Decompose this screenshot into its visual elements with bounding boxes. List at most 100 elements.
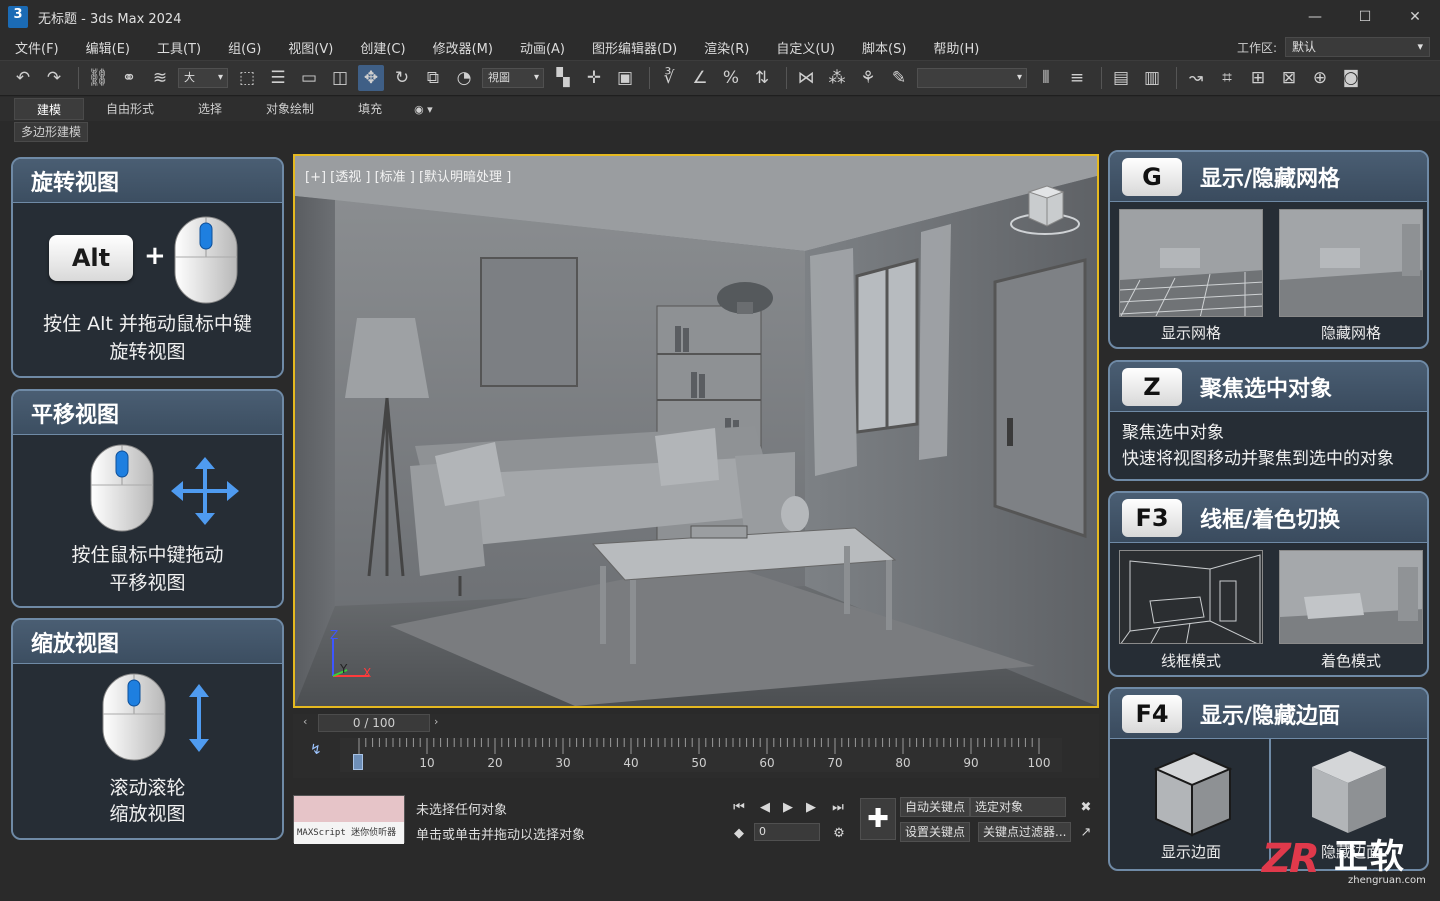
select-rotate-icon[interactable]: ↻: [389, 65, 415, 91]
time-slider-prev-icon[interactable]: ‹: [303, 715, 315, 731]
menu-customize[interactable]: 自定义(U): [761, 38, 847, 57]
undo-icon[interactable]: ↶: [10, 65, 36, 91]
select-by-name-icon[interactable]: ☰: [265, 65, 291, 91]
menu-rendering[interactable]: 渲染(R): [689, 38, 761, 57]
align-icon[interactable]: ⁂: [824, 65, 850, 91]
selected-objects-dropdown[interactable]: 选定对象: [970, 797, 1066, 817]
rotate-view-body: Alt + 按住 Alt 并拖动鼠标中键 旋转视图: [13, 203, 282, 376]
maximize-button[interactable]: ☐: [1340, 0, 1390, 34]
tab-modeling[interactable]: 建模: [14, 98, 85, 120]
menu-scripting[interactable]: 脚本(S): [847, 38, 918, 57]
mirror-icon[interactable]: ⋈: [793, 65, 819, 91]
go-to-start-icon[interactable]: ⏮: [729, 797, 749, 817]
curve-toggle-icon[interactable]: ↯: [310, 742, 322, 758]
close-x-icon[interactable]: ✖: [1076, 797, 1096, 817]
reference-coordinate-dropdown[interactable]: 視圖: [482, 68, 544, 88]
cube-with-edges-icon: [1153, 751, 1233, 837]
keyboard-shortcut-override-icon[interactable]: ▣: [612, 65, 638, 91]
viewport-label-menu[interactable]: [+] [透视 ] [标准 ] [默认明暗处理 ]: [305, 166, 511, 185]
wireframe-shaded-panel: F3 线框/着色切换 线框模式 着色模式: [1108, 491, 1429, 677]
close-button[interactable]: ✕: [1390, 0, 1440, 34]
tab-object-paint[interactable]: 对象绘制: [244, 98, 336, 120]
window-title: 无标题 - 3ds Max 2024: [38, 11, 182, 27]
material-editor-icon[interactable]: ⊞: [1245, 65, 1271, 91]
spinner-snap-icon[interactable]: ⇅: [749, 65, 775, 91]
align-objects-icon[interactable]: ≡: [1064, 65, 1090, 91]
menu-group[interactable]: 组(G): [213, 38, 273, 57]
mirror-axis-icon[interactable]: ⫴: [1033, 65, 1059, 91]
tab-selection[interactable]: 选择: [176, 98, 244, 120]
time-configuration-icon[interactable]: ⚙: [829, 823, 849, 843]
grid-toggle-title: 显示/隐藏网格: [1200, 166, 1341, 192]
current-frame-field[interactable]: 0: [754, 823, 820, 841]
rect-selection-icon[interactable]: ▭: [296, 65, 322, 91]
time-slider-value: 0 / 100: [352, 716, 396, 730]
ribbon-toggle-button[interactable]: ◉ ▾: [414, 103, 433, 116]
menu-graph-editors[interactable]: 图形编辑器(D): [577, 38, 689, 57]
set-key-button[interactable]: 设置关键点: [900, 822, 971, 842]
unlink-icon[interactable]: ⚭: [116, 65, 142, 91]
link-icon[interactable]: ⛓: [85, 65, 111, 91]
bind-space-warp-icon[interactable]: ≋: [147, 65, 173, 91]
auto-key-button[interactable]: 自动关键点: [900, 797, 971, 817]
angle-snap-icon[interactable]: ∠: [687, 65, 713, 91]
time-slider[interactable]: 0 / 100: [318, 714, 430, 732]
percent-snap-icon[interactable]: %: [718, 65, 744, 91]
redo-icon[interactable]: ↷: [41, 65, 67, 91]
previous-frame-icon[interactable]: ◀: [755, 797, 775, 817]
key-filters-button[interactable]: 关键点过滤器...: [978, 822, 1072, 842]
curve-editor-icon[interactable]: ↝: [1183, 65, 1209, 91]
toolbar-divider: [786, 67, 787, 89]
schematic-view-icon[interactable]: ⌗: [1214, 65, 1240, 91]
maxscript-input[interactable]: MAXScript 迷你侦听器: [294, 822, 404, 844]
select-scale-icon[interactable]: ⧉: [420, 65, 446, 91]
play-icon[interactable]: ▶: [778, 797, 798, 817]
alt-key-icon: Alt: [49, 235, 133, 281]
tick-label: 30: [555, 756, 571, 770]
window-crossing-icon[interactable]: ◫: [327, 65, 353, 91]
workspace-dropdown[interactable]: 默认: [1285, 37, 1430, 57]
menu-tools[interactable]: 工具(T): [142, 38, 213, 57]
quick-align-icon[interactable]: ⚘: [855, 65, 881, 91]
menu-file[interactable]: 文件(F): [0, 38, 71, 57]
polygon-modeling-tab[interactable]: 多边形建模: [14, 122, 89, 142]
maxscript-output[interactable]: [294, 796, 404, 822]
named-selection-icon[interactable]: ✎: [886, 65, 912, 91]
viewcube-icon[interactable]: [1007, 182, 1083, 238]
timeline-track[interactable]: 0 10 20 30 40 50 60 70 80 90 100: [340, 738, 1062, 772]
tab-populate[interactable]: 填充: [336, 98, 404, 120]
time-slider-thumb[interactable]: [353, 754, 363, 770]
render-setup-icon[interactable]: ⊠: [1276, 65, 1302, 91]
show-grid-thumbnail: [1119, 209, 1263, 317]
selection-filter-dropdown[interactable]: 大: [178, 68, 228, 88]
menu-modifiers[interactable]: 修改器(M): [418, 38, 505, 57]
key-tangent-icon[interactable]: ↗: [1076, 822, 1096, 842]
rendered-frame-icon[interactable]: ⊕: [1307, 65, 1333, 91]
render-production-icon[interactable]: ◙: [1338, 65, 1364, 91]
select-move-icon[interactable]: ✥: [358, 65, 384, 91]
go-to-end-icon[interactable]: ⏭: [828, 797, 848, 817]
time-slider-next-icon[interactable]: ›: [434, 715, 446, 731]
menu-edit[interactable]: 编辑(E): [71, 38, 142, 57]
menu-help[interactable]: 帮助(H): [918, 38, 991, 57]
select-place-icon[interactable]: ◔: [451, 65, 477, 91]
next-frame-icon[interactable]: ▶: [801, 797, 821, 817]
select-manipulate-icon[interactable]: ✛: [581, 65, 607, 91]
tab-freeform[interactable]: 自由形式: [84, 98, 176, 120]
minimize-button[interactable]: —: [1290, 0, 1340, 34]
menu-views[interactable]: 视图(V): [273, 38, 345, 57]
named-selection-sets-dropdown[interactable]: [917, 68, 1027, 88]
maxscript-listener[interactable]: MAXScript 迷你侦听器: [293, 795, 405, 844]
pivot-center-icon[interactable]: ▚: [550, 65, 576, 91]
snaps-toggle-icon[interactable]: ∛: [656, 65, 682, 91]
toolbar-divider: [649, 67, 650, 89]
menu-create[interactable]: 创建(C): [345, 38, 417, 57]
perspective-viewport[interactable]: [+] [透视 ] [标准 ] [默认明暗处理 ] Z Y X: [293, 154, 1099, 708]
menu-animation[interactable]: 动画(A): [505, 38, 577, 57]
layer-explorer-icon[interactable]: ▥: [1139, 65, 1165, 91]
tick-label: 40: [623, 756, 639, 770]
select-object-icon[interactable]: ⬚: [234, 65, 260, 91]
key-mode-toggle-icon[interactable]: ◆: [729, 823, 749, 843]
scene-explorer-icon[interactable]: ▤: [1108, 65, 1134, 91]
set-key-plus-icon[interactable]: ✚: [860, 798, 896, 840]
